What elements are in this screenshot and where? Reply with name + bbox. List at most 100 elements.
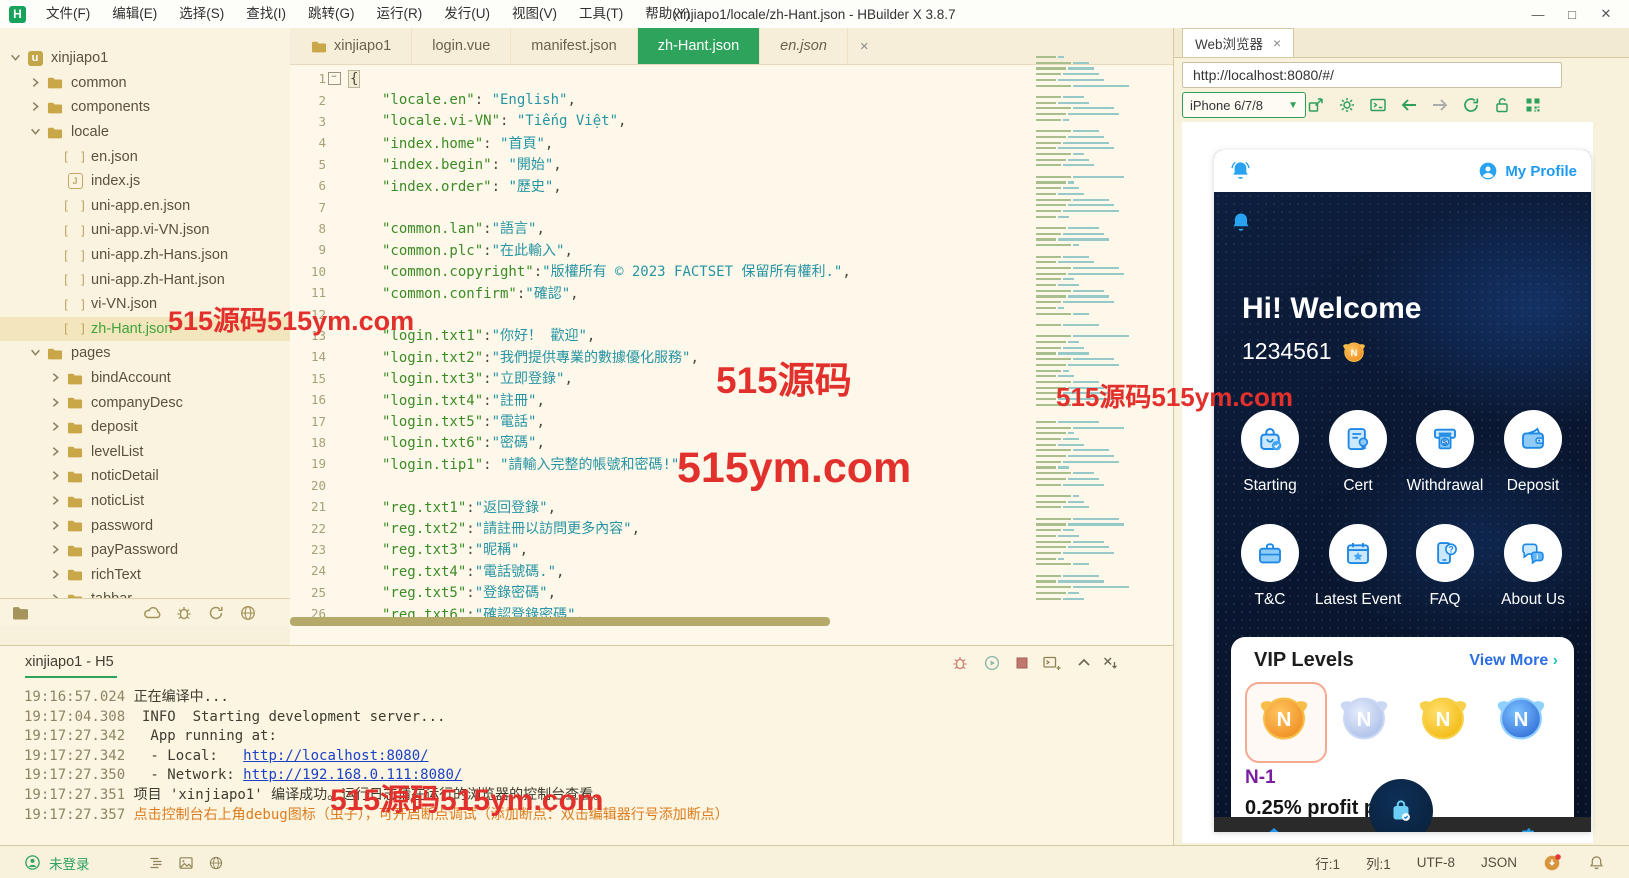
console-line[interactable]: 19:17:04.308 INFO Starting development s…	[24, 708, 1144, 728]
my-profile-button[interactable]: My Profile	[1478, 161, 1577, 181]
shortcut-cert[interactable]: Cert	[1314, 410, 1402, 495]
tree-item-uni-app.zh-Hant.json[interactable]: [ ] uni-app.zh-Hant.json	[0, 267, 290, 292]
line-number[interactable]: 20	[290, 478, 326, 493]
tree-item-uni-app.zh-Hans.json[interactable]: [ ] uni-app.zh-Hans.json	[0, 243, 290, 268]
cursor-col[interactable]: 列:1	[1366, 853, 1391, 873]
minimap[interactable]	[1036, 56, 1129, 604]
line-number[interactable]: 4	[290, 135, 326, 150]
browser-tab[interactable]: Web浏览器 ×	[1182, 28, 1295, 57]
line-number[interactable]: 23	[290, 542, 326, 557]
console-tab[interactable]: xinjiapo1 - H5	[25, 654, 114, 670]
console-line[interactable]: 19:17:27.342 - Local: http://localhost:8…	[24, 747, 1144, 767]
preview-icon[interactable]	[178, 855, 194, 871]
close-button[interactable]: ✕	[1589, 0, 1623, 28]
line-number[interactable]: 17	[290, 414, 326, 429]
shortcut-t-c[interactable]: T&C	[1226, 524, 1314, 609]
browser-tab-close-icon[interactable]: ×	[1273, 35, 1281, 51]
menu-item-3[interactable]: 查找(I)	[235, 6, 297, 21]
forward-arrow-icon[interactable]	[1430, 95, 1450, 115]
editor-tab-close-icon[interactable]: ×	[848, 28, 881, 64]
vip-medal-gold[interactable]: N	[1415, 694, 1471, 742]
debug-bug-icon[interactable]	[174, 603, 194, 623]
editor-tab-en.json[interactable]: en.json	[760, 28, 848, 64]
shortcut-deposit[interactable]: Deposit	[1489, 410, 1577, 495]
globe-icon[interactable]	[238, 603, 258, 623]
tree-item-noticList[interactable]: noticList	[0, 489, 290, 514]
tree-item-levelList[interactable]: levelList	[0, 440, 290, 465]
tree-item-xinjiapo1[interactable]: u xinjiapo1	[0, 46, 290, 71]
minimize-button[interactable]: —	[1521, 0, 1555, 28]
line-number[interactable]: 11	[290, 285, 326, 300]
project-folder-icon[interactable]	[10, 603, 30, 623]
language-globe-icon[interactable]	[208, 855, 224, 871]
tree-item-locale[interactable]: locale	[0, 120, 290, 145]
line-number[interactable]: 8	[290, 221, 326, 236]
lock-icon[interactable]	[1492, 95, 1512, 115]
nav-item-home[interactable]: Home	[1229, 824, 1319, 832]
shortcut-faq[interactable]: ? FAQ	[1401, 524, 1489, 609]
tree-item-noticDetail[interactable]: noticDetail	[0, 464, 290, 489]
line-number[interactable]: 2	[290, 93, 326, 108]
line-number[interactable]: 16	[290, 392, 326, 407]
notification-bell-icon[interactable]	[1588, 854, 1605, 871]
shortcut-starting[interactable]: Starting	[1226, 410, 1314, 495]
nav-item-history[interactable]: History	[1481, 824, 1571, 832]
qr-code-icon[interactable]	[1523, 95, 1543, 115]
tree-item-payPassword[interactable]: payPassword	[0, 538, 290, 563]
maximize-button[interactable]: □	[1555, 0, 1589, 28]
device-selector[interactable]: iPhone 6/7/8 ▼	[1182, 92, 1306, 118]
refresh-icon[interactable]	[1461, 95, 1481, 115]
console-line[interactable]: 19:17:27.342 App running at:	[24, 727, 1144, 747]
line-number[interactable]: 18	[290, 435, 326, 450]
tree-item-bindAccount[interactable]: bindAccount	[0, 366, 290, 391]
menu-item-7[interactable]: 视图(V)	[501, 6, 568, 21]
cloud-sync-icon[interactable]	[142, 603, 162, 623]
file-type[interactable]: JSON	[1481, 855, 1517, 870]
tree-item-uni-app.vi-VN.json[interactable]: [ ] uni-app.vi-VN.json	[0, 218, 290, 243]
outline-icon[interactable]	[148, 855, 164, 871]
refresh-explorer-icon[interactable]	[206, 603, 226, 623]
url-bar[interactable]: http://localhost:8080/#/	[1182, 62, 1562, 88]
menu-item-2[interactable]: 选择(S)	[168, 6, 235, 21]
cursor-line[interactable]: 行:1	[1315, 853, 1340, 873]
tree-item-password[interactable]: password	[0, 513, 290, 538]
clear-console-icon[interactable]	[1100, 653, 1120, 673]
login-status[interactable]: 未登录	[49, 853, 90, 873]
shortcut-about-us[interactable]: i About Us	[1489, 524, 1577, 609]
stop-icon[interactable]	[1012, 653, 1032, 673]
shortcut-latest-event[interactable]: Latest Event	[1314, 524, 1402, 609]
horizontal-scrollbar-thumb[interactable]	[290, 617, 830, 626]
menu-item-5[interactable]: 运行(R)	[366, 6, 434, 21]
line-number[interactable]: 24	[290, 563, 326, 578]
tree-item-en.json[interactable]: [ ] en.json	[0, 144, 290, 169]
tree-item-richText[interactable]: richText	[0, 563, 290, 588]
line-number[interactable]: 15	[290, 371, 326, 386]
menu-item-1[interactable]: 编辑(E)	[101, 6, 168, 21]
line-number[interactable]: 21	[290, 499, 326, 514]
new-terminal-icon[interactable]	[1042, 653, 1062, 673]
view-more-link[interactable]: View More ›	[1469, 652, 1558, 670]
menu-item-6[interactable]: 发行(U)	[433, 6, 501, 21]
tree-item-common[interactable]: common	[0, 71, 290, 96]
line-number[interactable]: 10	[290, 264, 326, 279]
line-number[interactable]: 25	[290, 585, 326, 600]
debug-icon[interactable]	[950, 653, 970, 673]
tree-item-companyDesc[interactable]: companyDesc	[0, 390, 290, 415]
menu-item-0[interactable]: 文件(F)	[35, 6, 101, 21]
menu-item-8[interactable]: 工具(T)	[568, 6, 634, 21]
back-arrow-icon[interactable]	[1399, 95, 1419, 115]
update-notification-icon[interactable]	[1543, 853, 1562, 872]
bell-icon[interactable]	[1228, 159, 1253, 184]
vip-medal-orange[interactable]: N	[1256, 694, 1312, 742]
console-window-icon[interactable]	[1368, 95, 1388, 115]
line-number[interactable]: 9	[290, 242, 326, 257]
line-number[interactable]: 7	[290, 200, 326, 215]
line-number[interactable]: 14	[290, 349, 326, 364]
editor-tab-zh-Hant.json[interactable]: zh-Hant.json	[637, 28, 761, 64]
tree-item-components[interactable]: components	[0, 95, 290, 120]
tree-item-deposit[interactable]: deposit	[0, 415, 290, 440]
collapse-panel-icon[interactable]	[1074, 653, 1094, 673]
editor-tab-login.vue[interactable]: login.vue	[412, 28, 512, 64]
console-link[interactable]: http://localhost:8080/	[243, 748, 428, 764]
vip-medal-blue[interactable]: N	[1493, 694, 1549, 742]
